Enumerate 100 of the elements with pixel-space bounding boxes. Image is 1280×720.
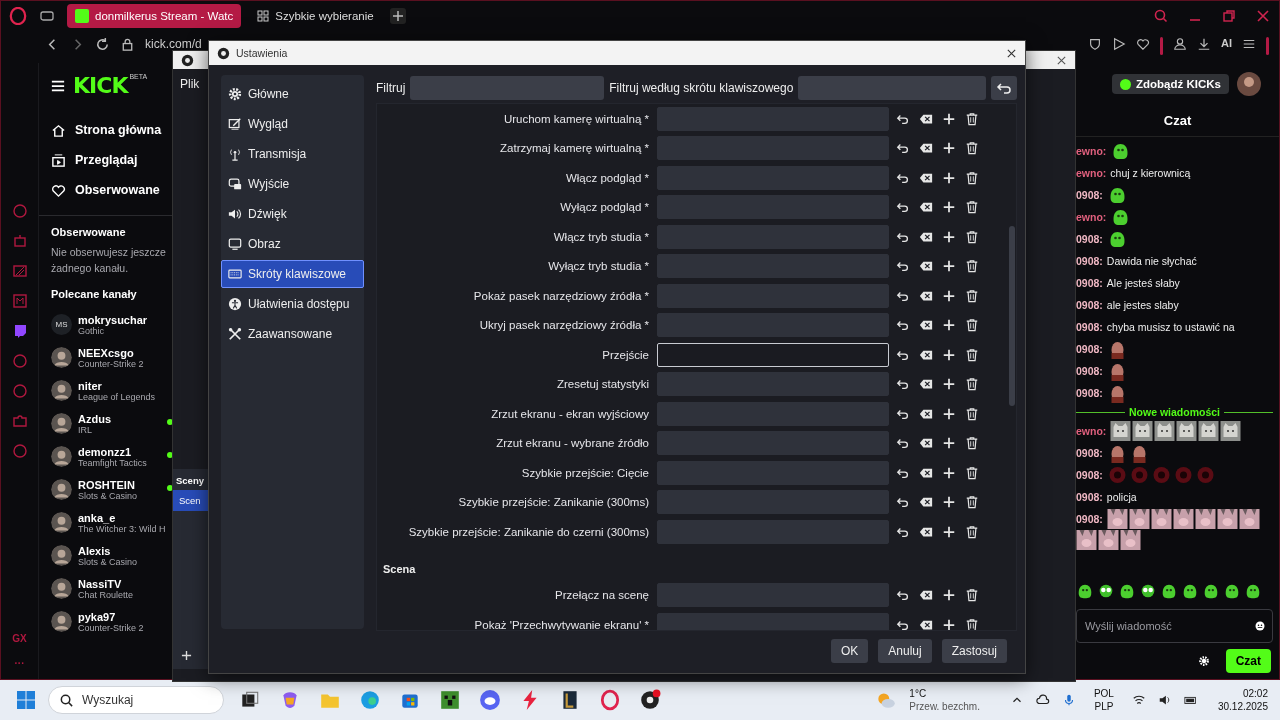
- chat-username[interactable]: 0908:: [1076, 513, 1103, 525]
- add-icon[interactable]: [942, 111, 956, 126]
- nav-link[interactable]: Strona główna: [51, 115, 173, 145]
- add-icon[interactable]: [942, 465, 956, 480]
- revert-icon[interactable]: [896, 495, 910, 510]
- trash-icon[interactable]: [965, 465, 979, 480]
- trash-icon[interactable]: [965, 495, 979, 510]
- clock[interactable]: 02:02 30.12.2025: [1217, 687, 1268, 713]
- circle-icon[interactable]: [11, 443, 28, 459]
- search-field[interactable]: Wyszukaj: [48, 686, 224, 714]
- cloud-icon[interactable]: [1035, 693, 1050, 707]
- add-icon[interactable]: [942, 377, 956, 392]
- hotkey-field[interactable]: [657, 313, 889, 338]
- hotkey-field[interactable]: [657, 583, 889, 608]
- channel-name[interactable]: NassiTV: [78, 577, 134, 590]
- emote-icon[interactable]: [1181, 582, 1199, 600]
- reload-icon[interactable]: [95, 37, 110, 52]
- browser-tab[interactable]: donmilkerus Stream - Watc: [67, 4, 242, 28]
- circle-icon[interactable]: [11, 353, 28, 369]
- chat-username[interactable]: 0908:: [1076, 387, 1103, 399]
- chat-username[interactable]: 0908:: [1076, 233, 1103, 245]
- trash-icon[interactable]: [965, 347, 979, 362]
- message-field[interactable]: Wyślij wiadomość: [1076, 609, 1273, 643]
- revert-icon[interactable]: [896, 141, 910, 156]
- chat-username[interactable]: 0908:: [1076, 343, 1103, 355]
- kick-logo[interactable]: KICK: [73, 75, 128, 97]
- emote-icon[interactable]: [1223, 582, 1241, 600]
- channel-name[interactable]: NEEXcsgo: [78, 346, 144, 359]
- settings-category[interactable]: Wyjście: [221, 170, 364, 198]
- volume-icon[interactable]: [1157, 693, 1172, 707]
- settings-category[interactable]: Wygląd: [221, 110, 364, 138]
- avatar[interactable]: MS: [51, 314, 72, 335]
- chat-send-button[interactable]: Czat: [1225, 649, 1271, 673]
- emote-icon[interactable]: [1139, 582, 1157, 600]
- hotkey-field[interactable]: [657, 106, 889, 131]
- chat-username[interactable]: 0908:: [1076, 491, 1103, 503]
- hotkey-field[interactable]: [657, 136, 889, 161]
- dialog-button[interactable]: Anuluj: [878, 639, 932, 663]
- chat-username[interactable]: 0908:: [1076, 277, 1103, 289]
- add-icon[interactable]: [942, 318, 956, 333]
- trash-icon[interactable]: [965, 436, 979, 451]
- earn-button[interactable]: Zdobądź KICKs: [1112, 74, 1229, 94]
- avatar[interactable]: [51, 578, 72, 599]
- add-icon[interactable]: [942, 588, 956, 603]
- hotkey-field[interactable]: [657, 519, 889, 544]
- chat-username[interactable]: 0908:: [1076, 189, 1103, 201]
- add-icon[interactable]: [181, 650, 192, 661]
- revert-icon[interactable]: [896, 259, 910, 274]
- menu-item[interactable]: Plik: [173, 69, 207, 99]
- hotkey-field[interactable]: [657, 283, 889, 308]
- settings-category[interactable]: Zaawansowane: [221, 320, 364, 348]
- puzzle-icon[interactable]: [11, 413, 28, 429]
- hotkey-filter-field[interactable]: [798, 76, 987, 100]
- hotkey-field[interactable]: [657, 460, 889, 485]
- avatar[interactable]: [51, 545, 72, 566]
- scene-item[interactable]: Scen: [173, 490, 208, 511]
- avatar[interactable]: [51, 611, 72, 632]
- add-icon[interactable]: [942, 288, 956, 303]
- chat-username[interactable]: ewno:: [1076, 145, 1107, 157]
- hotkey-field[interactable]: [657, 224, 889, 249]
- settings-category[interactable]: Transmisja: [221, 140, 364, 168]
- heart-icon[interactable]: [1136, 37, 1150, 51]
- channel-name[interactable]: Alexis: [78, 544, 138, 557]
- chat-username[interactable]: ewno:: [1076, 425, 1107, 437]
- user-icon[interactable]: [1173, 37, 1187, 51]
- add-icon[interactable]: [942, 229, 956, 244]
- trash-icon[interactable]: [965, 229, 979, 244]
- hotkey-field[interactable]: [657, 372, 889, 397]
- hotkey-field[interactable]: [657, 195, 889, 220]
- send-icon[interactable]: [1112, 37, 1126, 51]
- emote-icon[interactable]: [1118, 582, 1136, 600]
- hotkey-field[interactable]: [657, 254, 889, 279]
- trash-icon[interactable]: [965, 141, 979, 156]
- language-indicator[interactable]: POL PLP: [1093, 687, 1114, 713]
- nav-link[interactable]: Obserwowane: [51, 175, 173, 205]
- avatar[interactable]: [51, 512, 72, 533]
- channel-name[interactable]: demonzz1: [78, 445, 147, 458]
- revert-icon[interactable]: [896, 436, 910, 451]
- channel-name[interactable]: pyka97: [78, 610, 144, 623]
- add-icon[interactable]: [942, 617, 956, 630]
- trash-icon[interactable]: [965, 288, 979, 303]
- revert-icon[interactable]: [896, 588, 910, 603]
- trash-icon[interactable]: [965, 377, 979, 392]
- trash-icon[interactable]: [965, 259, 979, 274]
- add-icon[interactable]: [942, 436, 956, 451]
- settings-category[interactable]: Główne: [221, 80, 364, 108]
- channel-name[interactable]: mokrysuchar: [78, 313, 148, 326]
- chat-username[interactable]: ewno:: [1076, 167, 1107, 179]
- obs-icon[interactable]: [639, 689, 661, 711]
- trash-icon[interactable]: [965, 524, 979, 539]
- hotkey-field[interactable]: [657, 431, 889, 456]
- close-icon[interactable]: [1056, 54, 1067, 66]
- settings-category[interactable]: Skróty klawiszowe: [221, 260, 364, 288]
- channel-name[interactable]: ROSHTEIN: [78, 478, 138, 491]
- search-icon[interactable]: [1153, 8, 1169, 24]
- settings-category[interactable]: Dźwięk: [221, 200, 364, 228]
- avatar[interactable]: [51, 380, 72, 401]
- trash-icon[interactable]: [965, 588, 979, 603]
- message-input[interactable]: Wyślij wiadomość: [1083, 619, 1254, 633]
- emote-icon[interactable]: [1244, 582, 1262, 600]
